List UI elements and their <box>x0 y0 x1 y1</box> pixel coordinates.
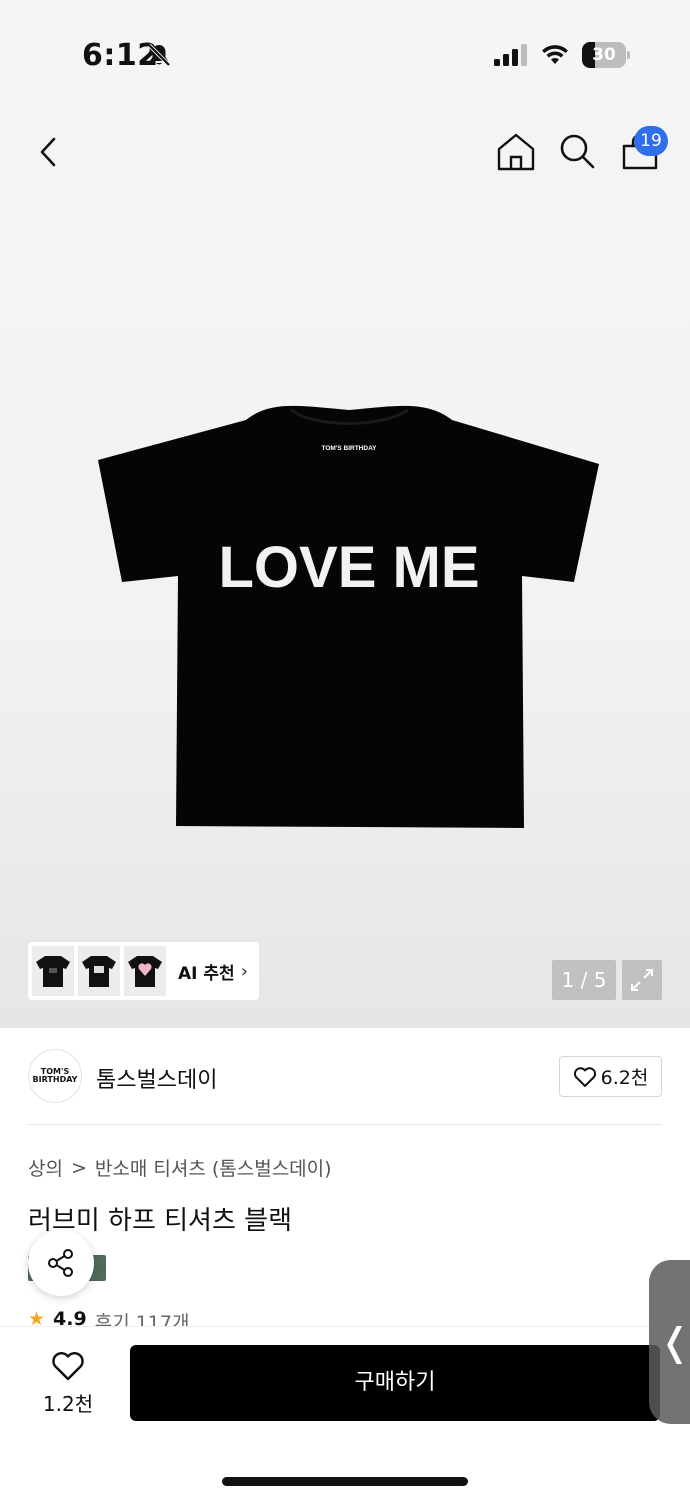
buy-button[interactable]: 구매하기 <box>130 1345 660 1421</box>
ai-recommend-label: AI 추천 <box>178 963 235 984</box>
brand-like-count: 6.2천 <box>600 1067 649 1089</box>
home-indicator <box>222 1477 468 1486</box>
ai-thumb-2[interactable] <box>78 946 120 996</box>
home-icon[interactable] <box>494 130 538 174</box>
battery-level: 30 <box>592 45 616 65</box>
search-icon[interactable] <box>556 130 600 174</box>
rating-score: 4.9 <box>53 1308 87 1328</box>
wifi-icon <box>542 45 568 64</box>
ai-thumb-1[interactable] <box>32 946 74 996</box>
cart-count-badge: 19 <box>634 126 668 156</box>
side-panel-handle[interactable]: ❬ <box>649 1260 690 1424</box>
shirt-tag-text: TOM'S BIRTHDAY <box>322 445 378 452</box>
brand-logo[interactable]: TOM'S BIRTHDAY <box>28 1049 82 1103</box>
heart-icon <box>573 1066 596 1087</box>
breadcrumb-category[interactable]: 상의 <box>28 1154 63 1181</box>
ai-recommend-strip[interactable]: AI 추천 › <box>28 942 259 1000</box>
divider <box>28 1124 662 1125</box>
wish-count: 1.2천 <box>42 1392 94 1416</box>
review-count: 후기 117개 <box>94 1312 190 1328</box>
bell-off-icon <box>147 43 171 67</box>
rating-row[interactable]: ★ 4.9 후기 117개 <box>28 1308 189 1328</box>
breadcrumb: 상의 > 반소매 티셔츠 (톰스벌스데이) <box>28 1154 332 1181</box>
share-button[interactable] <box>28 1230 94 1296</box>
ai-thumb-3[interactable] <box>124 946 166 996</box>
star-icon: ★ <box>28 1308 46 1328</box>
share-icon <box>48 1249 73 1277</box>
shirt-print-text: LOVE ME <box>218 535 479 600</box>
brand-logo-text: TOM'S BIRTHDAY <box>32 1067 78 1084</box>
signal-icon <box>494 44 527 66</box>
breadcrumb-separator: > <box>70 1156 87 1179</box>
brand-name[interactable]: 톰스벌스데이 <box>96 1062 217 1094</box>
back-icon[interactable] <box>28 130 72 174</box>
battery-indicator: 30 <box>582 42 630 68</box>
chevron-right-icon: › <box>240 960 248 982</box>
heart-icon[interactable] <box>50 1350 86 1382</box>
breadcrumb-subcategory[interactable]: 반소매 티셔츠 (톰스벌스데이) <box>95 1154 332 1181</box>
expand-icon[interactable] <box>622 960 662 1000</box>
product-image[interactable]: TOM'S BIRTHDAY LOVE ME <box>96 398 602 830</box>
brand-like-button[interactable]: 6.2천 <box>559 1056 662 1097</box>
image-pager: 1 / 5 <box>552 960 616 1000</box>
